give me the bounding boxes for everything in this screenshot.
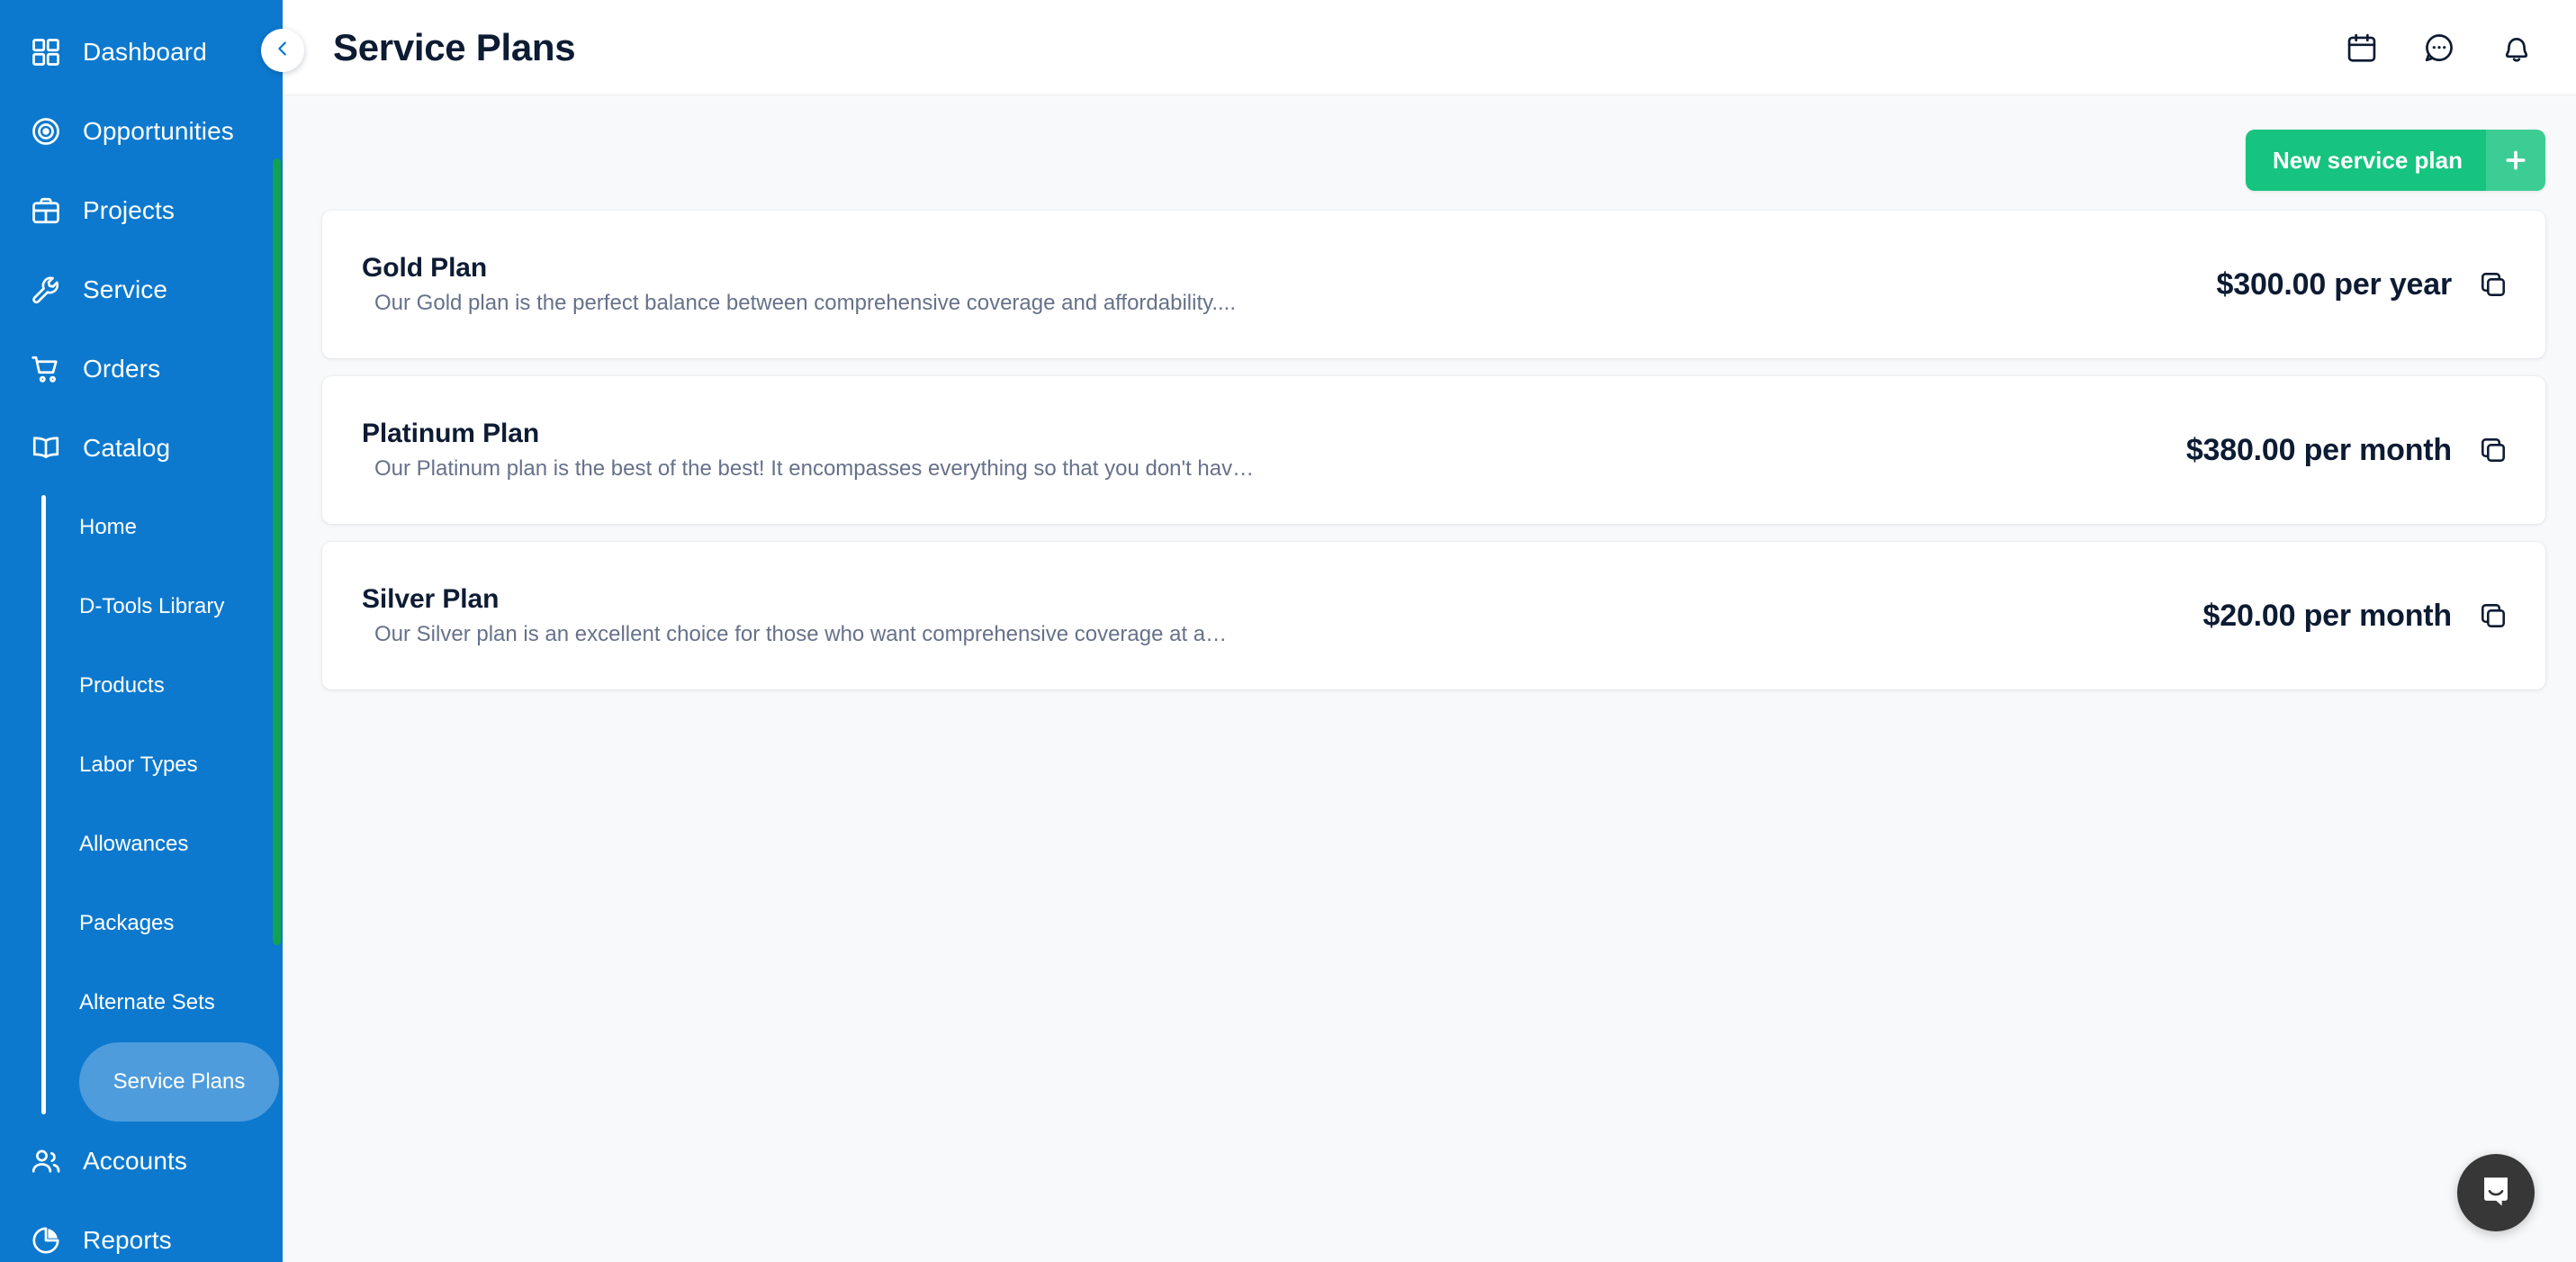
sidebar-item-label: Dashboard	[83, 38, 207, 66]
copy-icon[interactable]	[2475, 432, 2511, 468]
new-service-plan-label: New service plan	[2273, 146, 2463, 174]
sidebar-item-service-plans[interactable]: Service Plans	[79, 1042, 279, 1122]
sidebar-item-label: Reports	[83, 1226, 172, 1254]
sidebar-item-service[interactable]: Service	[0, 250, 283, 329]
sidebar-item-dtools-library[interactable]: D-Tools Library	[41, 567, 283, 646]
catalog-submenu: Home D-Tools Library Products Labor Type…	[41, 488, 283, 1122]
sidebar-item-accounts[interactable]: Accounts	[0, 1122, 283, 1201]
copy-icon[interactable]	[2475, 266, 2511, 302]
sidebar-item-label: Opportunities	[83, 117, 234, 145]
grid-icon	[29, 35, 63, 69]
users-icon	[29, 1144, 63, 1178]
intercom-chat-icon	[2477, 1172, 2515, 1214]
calendar-icon[interactable]	[2344, 30, 2380, 66]
service-plan-card-gold[interactable]: Gold Plan Our Gold plan is the perfect b…	[322, 211, 2545, 358]
sidebar-item-orders[interactable]: Orders	[0, 329, 283, 409]
chat-icon[interactable]	[2421, 30, 2457, 66]
sidebar-item-label: Accounts	[83, 1147, 187, 1175]
plan-info: Platinum Plan Our Platinum plan is the b…	[362, 419, 2150, 482]
main-area: Service Plans New service plan Gold Plan…	[261, 0, 2576, 1262]
plus-icon	[2486, 130, 2545, 191]
plan-description: Our Silver plan is an excellent choice f…	[374, 622, 1228, 646]
wrench-icon	[29, 273, 63, 307]
app-root: Dashboard Opportunities Projects Service	[0, 0, 2576, 1262]
cart-icon	[29, 352, 63, 386]
sidebar: Dashboard Opportunities Projects Service	[0, 0, 283, 1262]
sidebar-item-alternate-sets[interactable]: Alternate Sets	[41, 963, 283, 1042]
plan-name: Platinum Plan	[362, 419, 540, 448]
plan-name: Silver Plan	[362, 584, 500, 614]
plan-info: Gold Plan Our Gold plan is the perfect b…	[362, 253, 2181, 316]
sidebar-item-label: Service	[83, 275, 168, 303]
plan-name: Gold Plan	[362, 253, 488, 283]
sidebar-item-labor-types[interactable]: Labor Types	[41, 726, 283, 805]
briefcase-icon	[29, 194, 63, 228]
service-plan-list: Gold Plan Our Gold plan is the perfect b…	[322, 211, 2545, 690]
service-plan-card-platinum[interactable]: Platinum Plan Our Platinum plan is the b…	[322, 376, 2545, 524]
copy-icon[interactable]	[2475, 598, 2511, 634]
sidebar-collapse-button[interactable]	[261, 29, 304, 72]
sidebar-item-packages[interactable]: Packages	[41, 884, 283, 963]
plan-right: $20.00 per month	[2203, 598, 2511, 634]
sidebar-item-label: Catalog	[83, 434, 171, 462]
sidebar-item-home[interactable]: Home	[41, 488, 283, 567]
sidebar-item-products[interactable]: Products	[41, 646, 283, 726]
book-icon	[29, 431, 63, 465]
plan-right: $380.00 per month	[2186, 432, 2511, 468]
page-title: Service Plans	[333, 25, 576, 68]
submenu-rail	[41, 495, 46, 1114]
sidebar-item-label: Projects	[83, 196, 175, 224]
sidebar-item-label: Orders	[83, 355, 161, 383]
plan-price: $20.00 per month	[2202, 598, 2453, 633]
chevron-left-icon	[273, 39, 293, 63]
service-plan-card-silver[interactable]: Silver Plan Our Silver plan is an excell…	[322, 542, 2545, 690]
top-bar: Service Plans	[283, 0, 2576, 95]
plan-right: $300.00 per year	[2217, 266, 2511, 302]
plan-info: Silver Plan Our Silver plan is an excell…	[362, 584, 2167, 647]
sidebar-item-reports[interactable]: Reports	[0, 1201, 283, 1262]
sidebar-item-opportunities[interactable]: Opportunities	[0, 92, 283, 171]
sidebar-item-catalog[interactable]: Catalog	[0, 409, 283, 488]
sidebar-item-dashboard[interactable]: Dashboard	[0, 13, 283, 92]
bell-icon[interactable]	[2499, 30, 2535, 66]
plan-description: Our Gold plan is the perfect balance bet…	[374, 291, 1237, 315]
page-content: New service plan Gold Plan Our Gold plan…	[283, 95, 2576, 1262]
plan-description: Our Platinum plan is the best of the bes…	[374, 456, 1255, 481]
content-toolbar: New service plan	[322, 95, 2545, 191]
top-bar-actions	[2344, 30, 2535, 66]
sidebar-item-projects[interactable]: Projects	[0, 171, 283, 250]
new-service-plan-button[interactable]: New service plan	[2246, 130, 2545, 191]
intercom-chat-launcher[interactable]	[2457, 1154, 2535, 1231]
plan-price: $380.00 per month	[2185, 432, 2452, 467]
pie-chart-icon	[29, 1223, 63, 1257]
sidebar-item-allowances[interactable]: Allowances	[41, 805, 283, 884]
plan-price: $300.00 per year	[2216, 266, 2453, 302]
target-icon	[29, 114, 63, 149]
